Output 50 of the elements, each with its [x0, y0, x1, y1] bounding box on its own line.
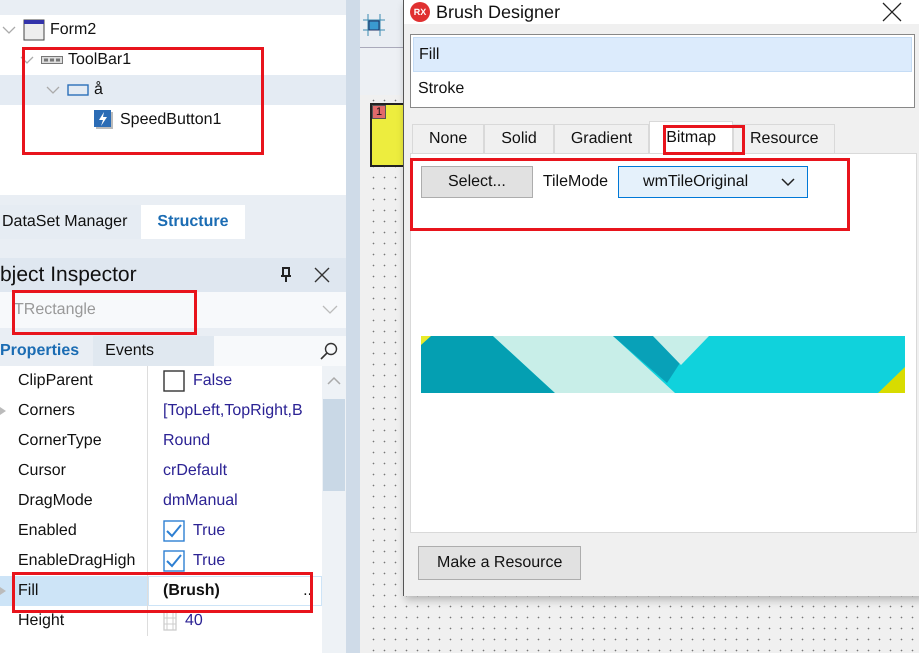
rectangle-icon — [67, 84, 89, 96]
list-item[interactable]: Fill — [413, 37, 912, 72]
checkbox[interactable] — [163, 550, 185, 572]
brush-tab[interactable]: Gradient — [554, 124, 650, 153]
panel-tab[interactable]: Structure — [141, 205, 245, 239]
chevron-icon — [322, 305, 338, 315]
property-value[interactable]: True — [148, 516, 322, 546]
chevron-icon[interactable] — [20, 55, 34, 65]
property-value[interactable]: False — [148, 366, 322, 396]
inspector-title: bject Inspector — [0, 263, 138, 287]
property-name[interactable]: Corners — [0, 396, 148, 426]
align-icon[interactable] — [363, 12, 385, 36]
checkbox[interactable] — [163, 520, 185, 542]
checkbox[interactable] — [163, 370, 185, 392]
form-icon — [23, 19, 45, 41]
property-value[interactable]: dmManual — [148, 486, 322, 516]
scrollbar[interactable] — [322, 366, 346, 653]
brush-tab[interactable]: None — [412, 124, 484, 153]
make-resource-button[interactable]: Make a Resource — [418, 546, 582, 580]
lightning-button-icon — [94, 110, 114, 130]
toolbar-icon — [41, 56, 63, 64]
brush-tab[interactable]: Resource — [733, 124, 836, 153]
search-icon — [320, 342, 338, 360]
chevron-icon — [781, 178, 796, 186]
property-value[interactable]: crDefault — [148, 456, 322, 486]
chevron-icon[interactable] — [2, 25, 16, 35]
property-value[interactable]: True — [148, 546, 322, 576]
tab-order-badge: 1 — [372, 105, 386, 119]
app-logo: RX — [410, 2, 430, 22]
tree-item[interactable]: å — [0, 75, 346, 105]
property-value[interactable]: Round — [148, 426, 322, 456]
tree-item[interactable]: ToolBar1 — [0, 45, 346, 75]
pin-icon[interactable] — [280, 267, 292, 283]
property-value[interactable]: [TopLeft,TopRight,B — [148, 396, 322, 426]
inspector-tab[interactable]: Events — [93, 336, 214, 366]
panel-tab[interactable]: DataSet Manager — [0, 205, 142, 239]
tree-item[interactable]: SpeedButton1 — [0, 105, 346, 135]
select-button[interactable]: Select... — [421, 166, 533, 198]
tile-mode-dropdown[interactable]: wmTileOriginal — [618, 166, 808, 198]
brush-tab[interactable]: Solid — [484, 124, 554, 153]
film-strip-icon — [163, 611, 177, 631]
property-name[interactable]: Fill — [0, 576, 148, 606]
list-item[interactable]: Stroke — [413, 72, 912, 105]
search-field[interactable] — [214, 336, 346, 366]
tree-item[interactable]: Form2 — [0, 15, 346, 45]
tile-mode-label: TileMode — [542, 173, 608, 191]
property-value[interactable]: 40 — [148, 606, 322, 636]
close-icon[interactable] — [314, 267, 330, 283]
dialog-title: Brush Designer — [436, 2, 562, 22]
close-icon[interactable] — [882, 2, 902, 22]
